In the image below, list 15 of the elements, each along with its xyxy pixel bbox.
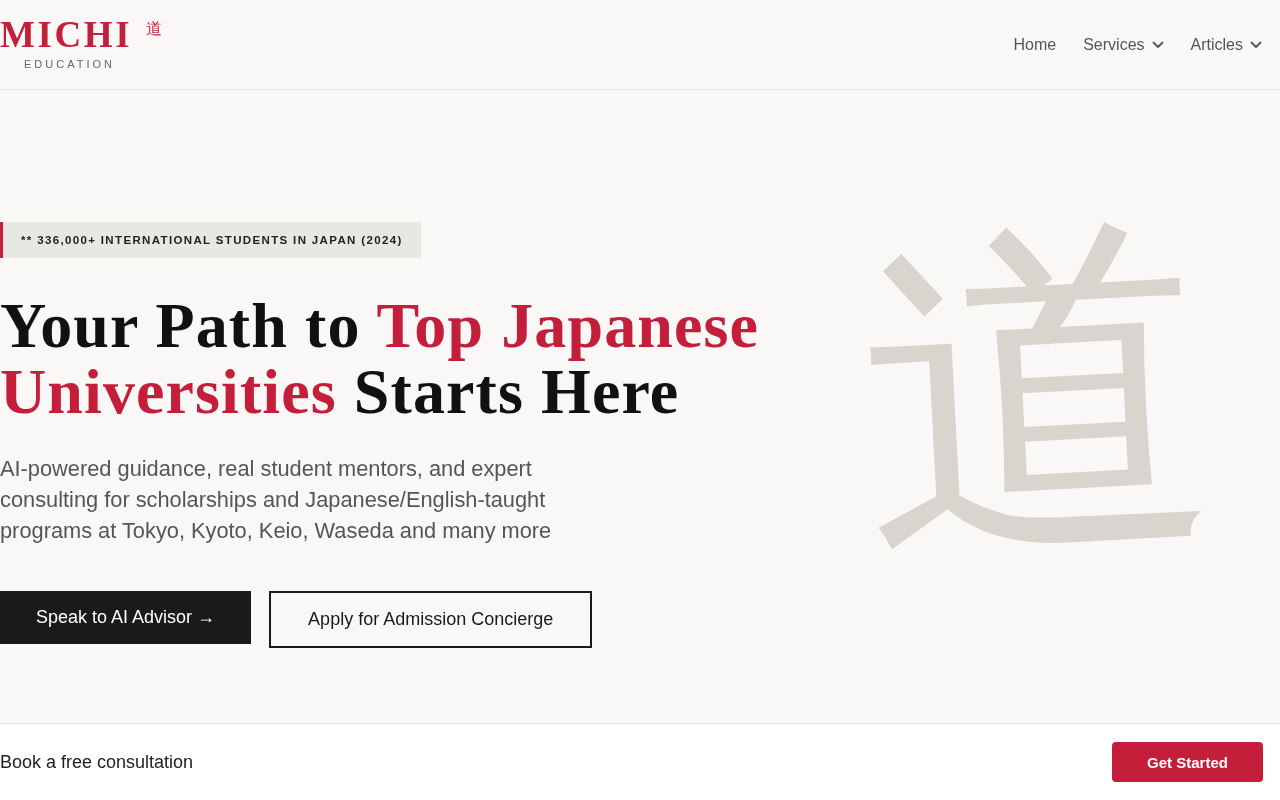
stat-badge: ** 336,000+ INTERNATIONAL STUDENTS IN JAPAN (2024) xyxy=(0,222,421,258)
nav-dropdown[interactable]: Articles xyxy=(1190,35,1262,54)
concierge-button[interactable]: Apply for Admission Concierge xyxy=(269,591,593,648)
ai-advisor-button[interactable]: Speak to AI Advisor → xyxy=(0,591,252,644)
chevron-down-icon xyxy=(1250,40,1262,49)
get-started-button[interactable]: Get Started xyxy=(1112,742,1263,782)
logo-kanji: 道 xyxy=(146,19,163,38)
hero-subtitle: AI-powered guidance, real student mentors, and expert consulting for scholarships and Japanese/English-taught programs at Tokyo, Kyoto, Keio, Waseda and many more xyxy=(0,455,553,545)
chevron-down-icon xyxy=(1151,40,1164,49)
consultation-prompt: Book a free consultation xyxy=(0,751,194,773)
logo-wordmark[interactable]: MICHI xyxy=(0,16,133,53)
nav-link[interactable]: Home xyxy=(1013,35,1057,54)
nav-dropdown[interactable]: Services xyxy=(1083,35,1164,54)
logo-tagline: EDUCATION xyxy=(24,57,115,71)
hero-heading: Your Path to Top Japanese Universities Starts Here xyxy=(0,293,760,425)
